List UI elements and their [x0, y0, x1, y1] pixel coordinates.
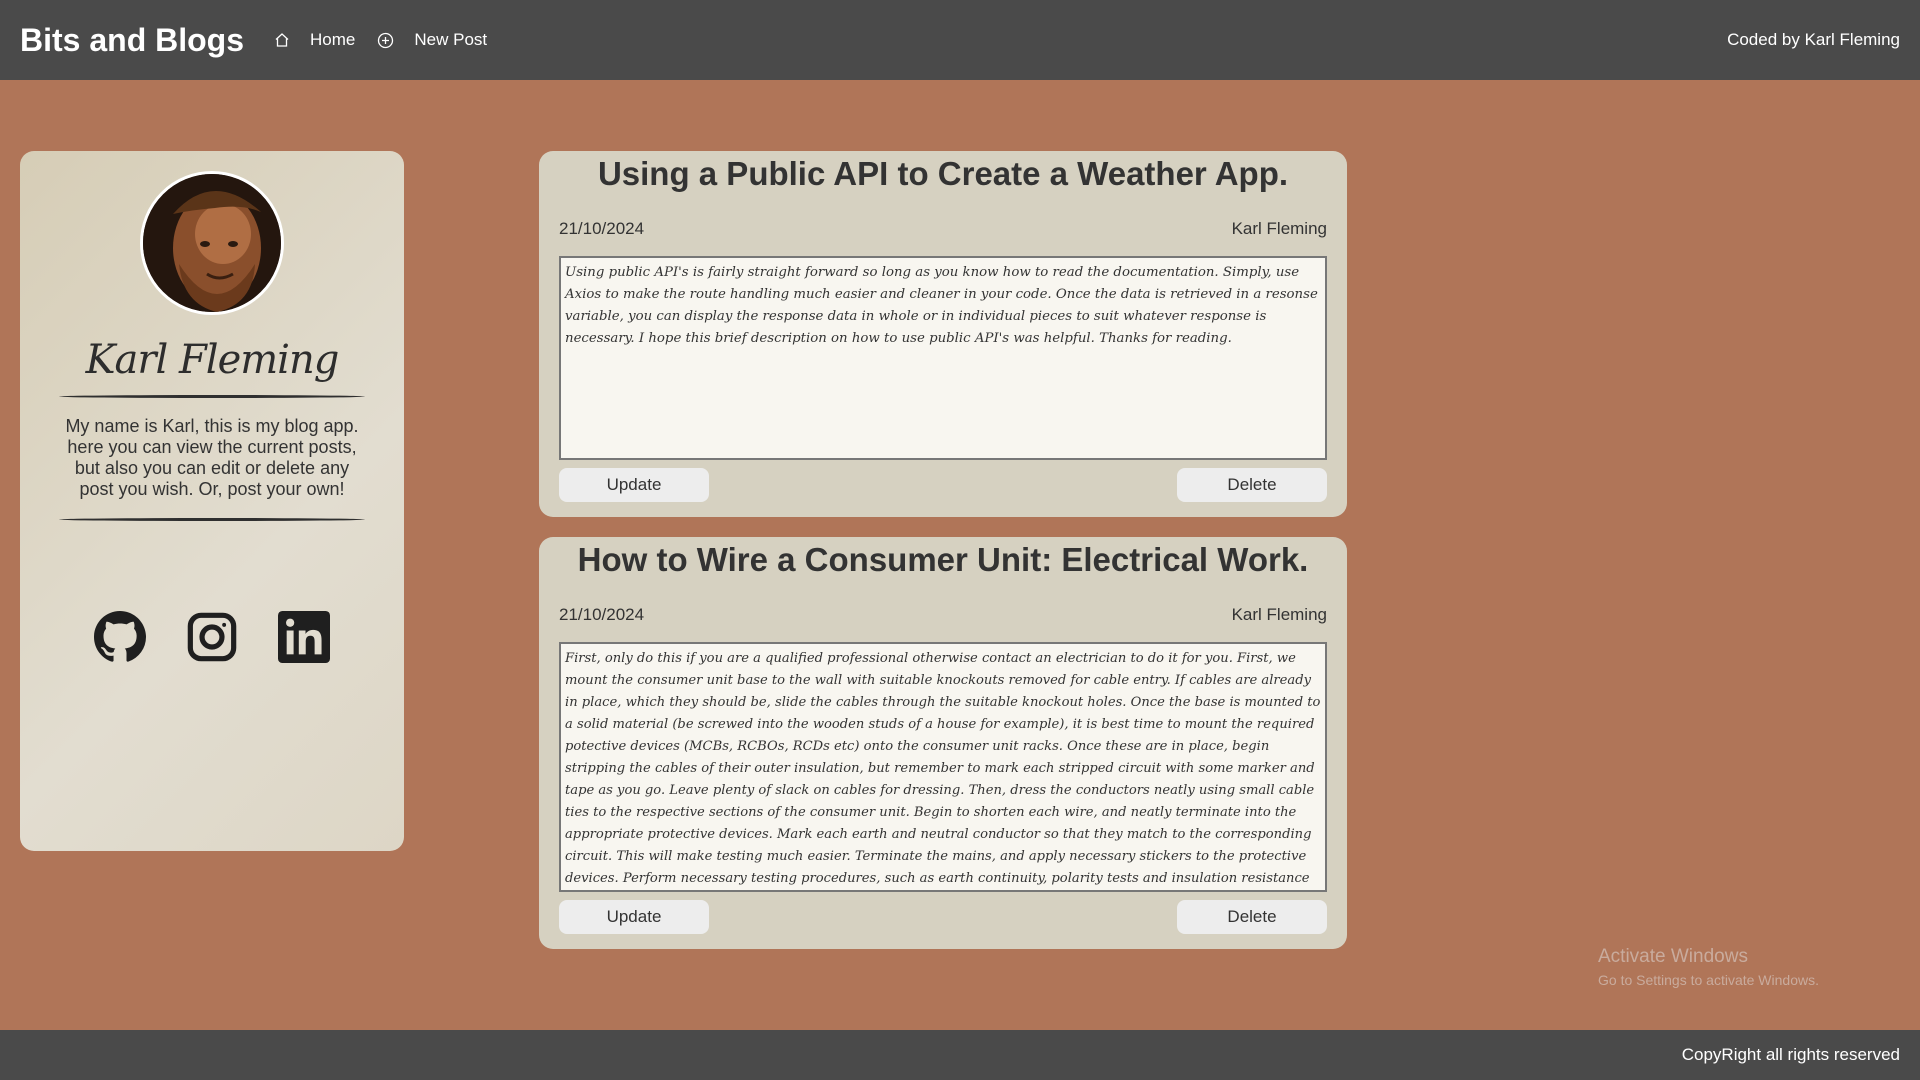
github-icon[interactable]: [94, 611, 146, 668]
divider: [59, 395, 365, 398]
top-navbar: Bits and Blogs Home New Post Coded by Ka…: [0, 0, 1920, 80]
profile-bio: My name is Karl, this is my blog app. he…: [65, 416, 359, 499]
post-meta: 21/10/2024 Karl Fleming: [559, 605, 1327, 625]
delete-button[interactable]: Delete: [1177, 900, 1327, 934]
home-icon: [275, 33, 289, 47]
update-button[interactable]: Update: [559, 900, 709, 934]
post-card: Using a Public API to Create a Weather A…: [539, 151, 1347, 517]
watermark-subtitle: Go to Settings to activate Windows.: [1598, 972, 1819, 988]
post-body[interactable]: First, only do this if you are a qualifi…: [559, 642, 1327, 892]
post-author: Karl Fleming: [1231, 605, 1327, 624]
social-links: [94, 611, 330, 668]
linkedin-icon[interactable]: [278, 611, 330, 668]
nav-new-post[interactable]: New Post: [377, 30, 487, 50]
plus-circle-icon: [378, 32, 394, 48]
post-actions: Update Delete: [559, 900, 1327, 934]
signature: Karl Fleming: [85, 337, 340, 383]
header-credit: Coded by Karl Fleming: [1727, 30, 1900, 49]
watermark-title: Activate Windows: [1598, 946, 1748, 967]
divider: [59, 518, 365, 521]
update-button[interactable]: Update: [559, 468, 709, 502]
delete-button[interactable]: Delete: [1177, 468, 1327, 502]
brand-title[interactable]: Bits and Blogs: [20, 22, 244, 59]
windows-activation-watermark: Activate Windows Go to Settings to activ…: [1598, 946, 1819, 988]
avatar: [140, 171, 284, 315]
profile-card: Karl Fleming My name is Karl, this is my…: [20, 151, 404, 851]
post-title: How to Wire a Consumer Unit: Electrical …: [577, 541, 1309, 578]
nav-new-post-label: New Post: [414, 30, 488, 49]
post-meta: 21/10/2024 Karl Fleming: [559, 219, 1327, 239]
footer-copyright: CopyRight all rights reserved: [1681, 1045, 1900, 1064]
post-card: How to Wire a Consumer Unit: Electrical …: [539, 537, 1347, 949]
post-actions: Update Delete: [559, 468, 1327, 502]
post-title: Using a Public API to Create a Weather A…: [597, 155, 1289, 192]
nav-home-label: Home: [310, 30, 356, 49]
footer: CopyRight all rights reserved: [0, 1030, 1920, 1080]
post-author: Karl Fleming: [1231, 219, 1327, 238]
post-date: 21/10/2024: [559, 605, 645, 624]
post-date: 21/10/2024: [559, 219, 645, 238]
instagram-icon[interactable]: [186, 611, 238, 668]
nav-home[interactable]: Home: [274, 30, 355, 50]
post-body[interactable]: Using public API's is fairly straight fo…: [559, 256, 1327, 460]
